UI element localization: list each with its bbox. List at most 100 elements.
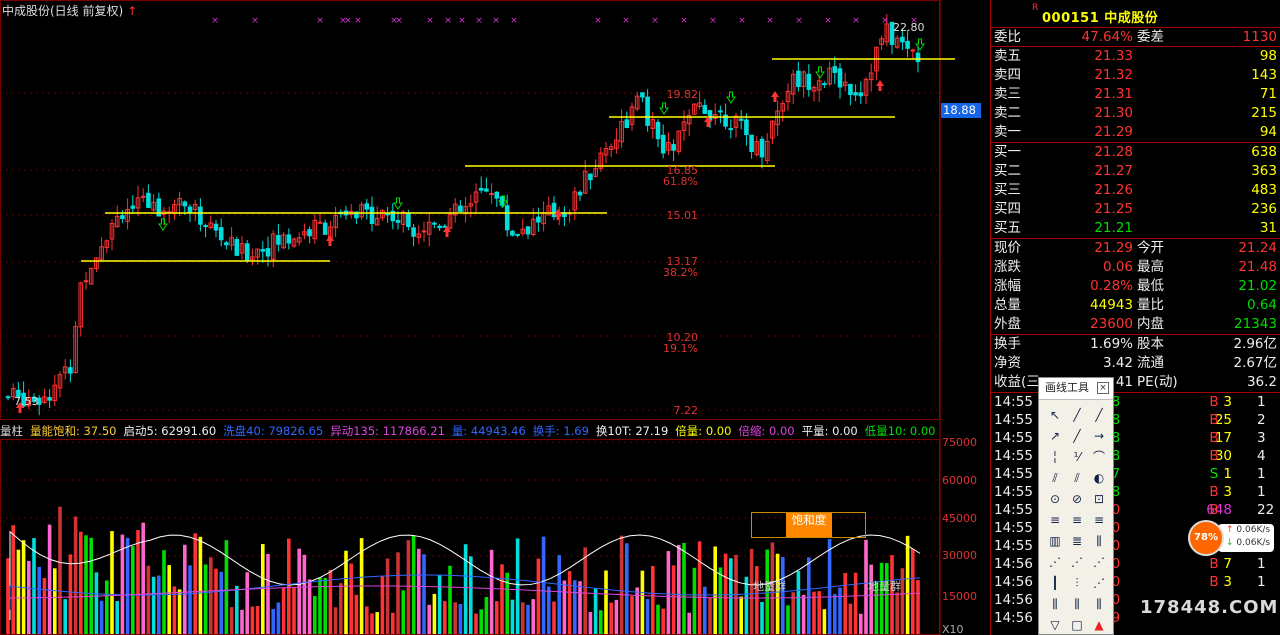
book-row[interactable]: 卖二 21.30 215 — [991, 104, 1280, 123]
candle-body — [307, 229, 312, 237]
draw-tool-icon[interactable]: ⫼ — [1088, 532, 1110, 551]
book-row[interactable]: 卖三 21.31 71 — [991, 85, 1280, 104]
draw-tool-icon[interactable]: ≣ — [1066, 532, 1088, 551]
weibi-row: 委比 47.64% 委差 1130 — [991, 28, 1280, 47]
draw-tool-icon[interactable]: ⫽ — [1066, 469, 1088, 488]
draw-tool-icon[interactable]: ↗ — [1044, 427, 1066, 446]
candle-body — [369, 206, 375, 225]
draw-tool-icon[interactable]: ⌒ — [1088, 448, 1110, 467]
stat-label: 收益(三 — [994, 374, 1040, 390]
book-row[interactable]: 买五 21.21 31 — [991, 219, 1280, 238]
draw-tool-icon[interactable]: ⫼ — [1088, 595, 1110, 614]
book-row[interactable]: 买一 21.28 638 — [991, 143, 1280, 162]
volume-bar — [276, 602, 281, 634]
candle-body — [915, 52, 921, 63]
draw-tool-icon[interactable]: ↖ — [1044, 406, 1066, 425]
tick-row[interactable]: 14:55183B1 — [991, 393, 1280, 411]
stock-code-name[interactable]: 000151 中成股份 — [1042, 7, 1158, 26]
draw-tool-icon[interactable]: ▽ — [1044, 616, 1066, 635]
volume-bar — [755, 566, 759, 634]
draw-tool-icon[interactable]: ⅟ — [1066, 448, 1088, 467]
close-icon[interactable]: × — [1097, 382, 1109, 394]
draw-tool-icon[interactable]: ◐ — [1088, 469, 1110, 488]
draw-tool-icon[interactable]: → — [1088, 427, 1110, 446]
volume-bar — [640, 570, 645, 634]
volume-bar — [125, 537, 130, 634]
book-price: 21.32 — [1094, 67, 1133, 83]
draw-tool-icon[interactable]: ╎ — [1044, 448, 1066, 467]
book-row[interactable]: 买三 21.26 483 — [991, 181, 1280, 200]
draw-tool-icon[interactable]: ≡ — [1088, 511, 1110, 530]
volume-bar — [744, 576, 749, 634]
draw-tool-icon[interactable]: ⫼ — [1044, 595, 1066, 614]
volume-bar — [739, 596, 743, 634]
draw-tool-icon[interactable]: ⫼ — [1066, 595, 1088, 614]
candle-body — [749, 134, 754, 153]
signal-marker-icon: × — [824, 16, 832, 26]
signal-marker-icon: × — [795, 16, 803, 26]
draw-tool-icon[interactable]: ⋰ — [1088, 574, 1110, 593]
drawing-tool-titlebar[interactable]: 画线工具 × — [1039, 378, 1113, 400]
book-row[interactable]: 买二 21.27 363 — [991, 162, 1280, 181]
volume-bar — [73, 516, 78, 634]
tick-row[interactable]: 14:56303B1 — [991, 573, 1280, 591]
tick-row[interactable]: 14:551817B3 — [991, 429, 1280, 447]
volume-bar — [287, 538, 291, 634]
draw-tool-icon[interactable]: ≡ — [1066, 511, 1088, 530]
volume-bar — [105, 580, 109, 634]
draw-tool-icon[interactable]: ⊙ — [1044, 490, 1066, 509]
draw-tool-icon[interactable]: ⋰ — [1044, 553, 1066, 572]
tick-row[interactable]: 14:551825B2 — [991, 411, 1280, 429]
volume-bar — [593, 588, 598, 634]
indicator-item: 量: 44943.46 — [451, 424, 526, 438]
draw-tool-icon[interactable]: ⋰ — [1088, 553, 1110, 572]
tick-row[interactable]: 14:55171S1 — [991, 465, 1280, 483]
book-row[interactable]: 卖五 21.33 98 — [991, 47, 1280, 66]
book-volume: 94 — [1259, 124, 1277, 140]
tick-row[interactable]: 14:5530648B22 — [991, 501, 1280, 519]
volume-axis-label: X10 — [942, 623, 964, 635]
speed-percent-circle[interactable]: 78% — [1188, 520, 1224, 556]
draw-tool-icon[interactable]: ⋰ — [1066, 553, 1088, 572]
draw-tool-icon[interactable]: ⫶ — [1066, 574, 1088, 593]
draw-tool-icon[interactable]: ┃ — [1044, 574, 1066, 593]
kline-chart-panel[interactable]: × × × × × × × × × × × × × × × × × × × × × × × × × × 中成股份(日线 前复权) ↑… — [0, 0, 990, 635]
signal-marker-icon: × — [766, 16, 774, 26]
draw-tool-icon[interactable]: ≡ — [1044, 511, 1066, 530]
network-speed-widget[interactable]: ↑ 0.06K/s ↓ 0.06K/s 78% — [1188, 520, 1276, 556]
watermark: 178448.COM — [1140, 597, 1279, 618]
volume-bar — [526, 604, 530, 634]
candle-body — [317, 221, 323, 224]
book-price: 21.33 — [1094, 48, 1133, 64]
volume-bar — [911, 548, 915, 634]
kline-canvas[interactable]: × × × ×× × ×× × × × × × × × × × × × × × × × × × × — [0, 0, 990, 635]
book-row[interactable]: 卖一 21.29 94 — [991, 123, 1280, 142]
tick-count: 22 — [1257, 502, 1275, 518]
draw-tool-icon[interactable]: ⫽ — [1044, 469, 1066, 488]
tick-row[interactable]: 14:56307B1 — [991, 555, 1280, 573]
volume-bar — [666, 551, 671, 634]
stat-label: 涨幅 — [994, 278, 1021, 294]
book-volume: 98 — [1259, 48, 1277, 64]
volume-bar — [110, 531, 114, 634]
book-row[interactable]: 卖四 21.32 143 — [991, 66, 1280, 85]
volume-bar — [807, 557, 811, 634]
tick-row[interactable]: 14:551830B4 — [991, 447, 1280, 465]
draw-tool-icon[interactable]: □ — [1066, 616, 1088, 635]
draw-tool-icon[interactable]: ⊡ — [1088, 490, 1110, 509]
volume-bar — [718, 567, 723, 634]
candle-body — [411, 227, 416, 237]
volume-bar — [687, 612, 691, 634]
draw-tool-icon[interactable]: ╱ — [1066, 427, 1088, 446]
tick-row[interactable]: 14:55183B1 — [991, 483, 1280, 501]
candle-body — [146, 192, 151, 208]
draw-tool-icon[interactable]: ⊘ — [1066, 490, 1088, 509]
volume-bar — [401, 590, 405, 634]
draw-tool-icon[interactable]: ▥ — [1044, 532, 1066, 551]
draw-tool-icon[interactable]: ▲ — [1088, 616, 1110, 635]
draw-tool-icon[interactable]: ╱ — [1088, 406, 1110, 425]
book-row[interactable]: 买四 21.25 236 — [991, 200, 1280, 219]
drawing-tool-window[interactable]: 画线工具 × ↖ ╱ ╱↗ ╱ →╎ ⅟ ⌒⫽ ⫽ ◐⊙ ⊘ ⊡≡ ≡ ≡▥ ≣ ⫼⋰ ⋰ ⋰┃ ⫶ ⋰⫼ ⫼ ⫼▽ □ ▲… — [1038, 377, 1114, 635]
tick-list[interactable]: 14:55183B114:551825B214:551817B314:55183… — [991, 393, 1280, 627]
draw-tool-icon[interactable]: ╱ — [1066, 406, 1088, 425]
